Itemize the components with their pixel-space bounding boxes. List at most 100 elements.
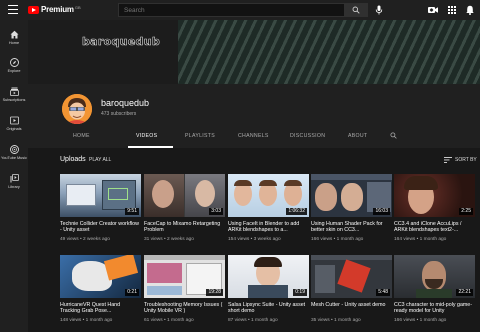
tab-home[interactable]: HOME — [73, 133, 90, 139]
video-thumbnail[interactable]: 1:06:32 — [228, 174, 309, 217]
originals-icon — [9, 116, 19, 125]
video-thumbnail[interactable]: 0:21 — [60, 255, 141, 298]
video-duration: 16:03 — [373, 208, 390, 215]
subscriptions-icon — [9, 87, 19, 96]
video-card[interactable]: 16:03 Using Human Shader Pack for better… — [311, 174, 392, 242]
compass-icon — [9, 58, 19, 67]
video-title[interactable]: CC3 character to mid-poly game-ready mod… — [394, 302, 475, 315]
channel-name: baroquedub — [101, 98, 150, 108]
channel-banner: baroquedub — [28, 20, 480, 84]
video-meta: 49 views • 2 weeks ago — [60, 236, 110, 242]
video-title[interactable]: CC3.4 and iClone AccuLips / ARKit blends… — [394, 221, 475, 234]
search-box — [118, 3, 348, 17]
video-meta: 35 views • 1 month ago — [311, 317, 361, 323]
video-title[interactable]: HurricaneVR Quest Hand Tracking Grab Pos… — [60, 302, 141, 315]
sidebar-item-youtube-music[interactable]: YouTube Music — [0, 145, 28, 160]
notifications-bell-icon[interactable] — [466, 5, 474, 15]
tab-channels[interactable]: CHANNELS — [238, 133, 269, 139]
sidebar-item-home[interactable]: Home — [0, 30, 28, 45]
video-thumbnail[interactable]: 2:25 — [394, 174, 475, 217]
video-card[interactable]: 0:19 Salsa Lipsync Suite - Unity asset s… — [228, 255, 309, 323]
video-duration: 22:21 — [456, 289, 473, 296]
video-card[interactable]: 1:06:32 Using FaceIt in Blender to add A… — [228, 174, 309, 242]
video-thumbnail[interactable]: 5:48 — [311, 255, 392, 298]
video-thumbnail[interactable]: 22:21 — [394, 255, 475, 298]
sort-by-button[interactable]: SORT BY — [455, 157, 477, 163]
tab-discussion[interactable]: DISCUSSION — [290, 133, 325, 139]
sidebar-item-label: Originals — [6, 127, 22, 131]
music-icon — [9, 145, 19, 154]
video-card[interactable]: 2:25 CC3.4 and iClone AccuLips / ARKit b… — [394, 174, 475, 242]
sort-icon[interactable] — [444, 157, 452, 163]
sidebar: Home Explore Subscriptions Originals You… — [0, 20, 28, 332]
video-meta: 61 views • 1 month ago — [144, 317, 194, 323]
sidebar-item-label: Home — [8, 41, 20, 45]
sidebar-item-originals[interactable]: Originals — [0, 116, 28, 131]
tab-about[interactable]: ABOUT — [348, 133, 367, 139]
sidebar-item-explore[interactable]: Explore — [0, 58, 28, 73]
sidebar-item-label: Subscriptions — [2, 98, 26, 102]
search-button[interactable] — [344, 3, 368, 17]
video-duration: 3:03 — [209, 208, 223, 215]
tab-videos[interactable]: VIDEOS — [136, 133, 157, 139]
video-title[interactable]: FaceCap to Mixamo Retargeting Problem — [144, 221, 225, 234]
search-input[interactable] — [119, 6, 347, 14]
video-duration: 2:25 — [459, 208, 473, 215]
video-thumbnail[interactable]: 0:19 — [228, 255, 309, 298]
video-meta: 87 views • 1 month ago — [228, 317, 278, 323]
channel-search-icon[interactable] — [390, 132, 397, 139]
video-meta: 166 views • 1 month ago — [311, 236, 364, 242]
video-title[interactable]: Mesh Cutter - Unity asset demo — [311, 302, 392, 315]
sidebar-item-label: YouTube Music — [1, 156, 27, 160]
create-video-icon[interactable] — [428, 6, 438, 14]
video-duration: 1:06:32 — [286, 208, 307, 215]
video-title[interactable]: Troubleshooting Memory Issues ( Unity Mo… — [144, 302, 225, 315]
video-title[interactable]: Salsa Lipsync Suite - Unity asset short … — [228, 302, 309, 315]
video-meta: 31 views • 2 weeks ago — [144, 236, 194, 242]
video-duration: 0:21 — [125, 289, 139, 296]
video-card[interactable]: 22:21 CC3 character to mid-poly game-rea… — [394, 255, 475, 323]
channel-tabs: HOME VIDEOS PLAYLISTS CHANNELS DISCUSSIO… — [28, 126, 480, 148]
video-card[interactable]: 19:28 Troubleshooting Memory Issues ( Un… — [144, 255, 225, 323]
youtube-logo[interactable]: Premium GB — [28, 5, 81, 14]
video-duration: 5:48 — [376, 289, 390, 296]
tab-playlists[interactable]: PLAYLISTS — [185, 133, 215, 139]
home-icon — [10, 30, 18, 39]
youtube-play-icon — [28, 5, 39, 14]
video-card[interactable]: 3:03 FaceCap to Mixamo Retargeting Probl… — [144, 174, 225, 242]
play-all-button[interactable]: PLAY ALL — [89, 157, 111, 163]
apps-grid-icon[interactable] — [448, 6, 456, 14]
video-thumbnail[interactable]: 19:28 — [144, 255, 225, 298]
channel-avatar[interactable] — [62, 94, 92, 124]
uploads-section-header: Uploads PLAY ALL SORT BY — [28, 148, 480, 172]
avatar-face-icon — [62, 94, 92, 124]
logo-region: GB — [74, 4, 81, 10]
video-meta: 148 views • 1 month ago — [60, 317, 113, 323]
sidebar-item-library[interactable]: Library — [0, 174, 28, 189]
video-title[interactable]: Using FaceIt in Blender to add ARKit ble… — [228, 221, 309, 234]
video-title[interactable]: Using Human Shader Pack for better skin … — [311, 221, 392, 234]
video-duration: 19:28 — [206, 289, 223, 296]
video-duration: 0:19 — [293, 289, 307, 296]
sidebar-item-subscriptions[interactable]: Subscriptions — [0, 87, 28, 102]
video-title[interactable]: Technie Collider Creator workflow - Unit… — [60, 221, 141, 234]
video-meta: 166 views • 1 month ago — [394, 317, 447, 323]
subscriber-count: 473 subscribers — [101, 111, 137, 117]
video-meta: 164 views • 1 month ago — [394, 236, 447, 242]
banner-art — [178, 20, 480, 84]
hamburger-menu-icon[interactable] — [8, 5, 18, 14]
logo-text: Premium — [41, 5, 74, 14]
library-icon — [10, 174, 19, 183]
sidebar-item-label: Library — [8, 185, 20, 189]
video-meta: 154 views • 3 weeks ago — [228, 236, 281, 242]
video-thumbnail[interactable]: 16:03 — [311, 174, 392, 217]
video-card[interactable]: 5:48 Mesh Cutter - Unity asset demo 35 v… — [311, 255, 392, 323]
video-thumbnail[interactable]: 3:03 — [144, 174, 225, 217]
video-card[interactable]: 0:21 HurricaneVR Quest Hand Tracking Gra… — [60, 255, 141, 323]
video-thumbnail[interactable]: 9:51 — [60, 174, 141, 217]
banner-title: baroquedub — [82, 35, 161, 49]
video-card[interactable]: 9:51 Technie Collider Creator workflow -… — [60, 174, 141, 242]
video-duration: 9:51 — [125, 208, 139, 215]
search-icon — [352, 6, 360, 14]
microphone-icon[interactable] — [375, 5, 383, 15]
